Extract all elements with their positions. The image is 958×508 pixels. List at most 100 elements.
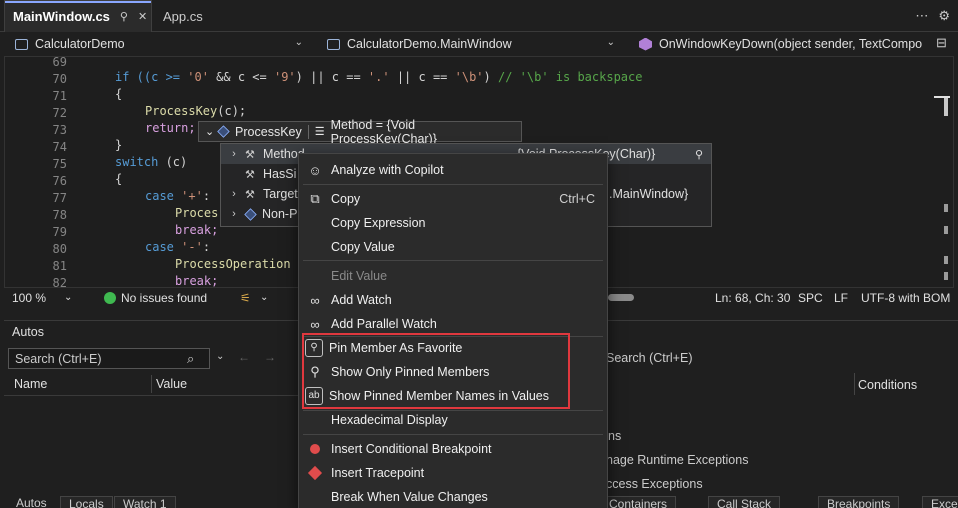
line-ending-indicator[interactable]: LF bbox=[834, 291, 848, 305]
datatip-value[interactable]: Method = {Void ProcessKey(Char)} bbox=[331, 118, 521, 146]
list-item[interactable]: ns bbox=[608, 429, 621, 443]
broom-icon[interactable]: ⚟ bbox=[240, 291, 251, 305]
arrow-right-icon[interactable]: → bbox=[264, 350, 276, 364]
tab-breakpoints[interactable]: Breakpoints bbox=[818, 496, 900, 508]
tab-bar-actions: ⋯ ⚙ bbox=[915, 8, 950, 24]
menu-separator bbox=[303, 184, 603, 185]
menu-item-break-when-changes[interactable]: Break When Value Changes bbox=[299, 485, 607, 508]
code-line-75: switch (c) bbox=[115, 155, 187, 169]
project-dropdown[interactable]: CalculatorDemo ⌄ bbox=[4, 33, 310, 55]
tab-locals[interactable]: Locals bbox=[60, 496, 113, 508]
tab-mainwindow-cs[interactable]: MainWindow.cs ⚲ ✕ bbox=[4, 0, 152, 32]
gear-icon[interactable]: ⚙ bbox=[938, 8, 950, 24]
method-icon bbox=[639, 37, 652, 51]
check-circle-icon bbox=[104, 292, 116, 304]
code-line-71: { bbox=[115, 87, 123, 101]
tab-autos[interactable]: Autos bbox=[8, 496, 55, 508]
class-dropdown[interactable]: CalculatorDemo.MainWindow ⌄ bbox=[316, 33, 622, 55]
spacing-indicator[interactable]: SPC bbox=[798, 291, 823, 305]
tab-watch-1[interactable]: Watch 1 bbox=[114, 496, 176, 508]
menu-item-copy-value[interactable]: Copy Value bbox=[299, 235, 607, 259]
menu-item-insert-breakpoint[interactable]: Insert Conditional Breakpoint bbox=[299, 437, 607, 461]
autos-search-input[interactable]: Search (Ctrl+E) ⌕ bbox=[8, 348, 210, 369]
menu-item-insert-tracepoint[interactable]: Insert Tracepoint bbox=[299, 461, 607, 485]
datatip-row-label: Target bbox=[263, 187, 298, 201]
object-icon bbox=[244, 207, 257, 221]
panel-title: Autos bbox=[12, 325, 44, 339]
pin-icon[interactable]: ⚲ bbox=[120, 10, 128, 23]
scroll-thumb[interactable] bbox=[944, 96, 948, 116]
more-options-icon[interactable]: ⋯ bbox=[915, 8, 928, 24]
line-number: 69 bbox=[52, 56, 67, 69]
line-number: 70 bbox=[52, 72, 67, 86]
column-divider bbox=[854, 373, 855, 395]
issues-status[interactable]: No issues found bbox=[121, 291, 207, 305]
chevron-down-icon[interactable]: ⌄ bbox=[64, 292, 72, 303]
column-divider bbox=[151, 375, 152, 393]
menu-item-copy[interactable]: ⧉ Copy Ctrl+C bbox=[299, 187, 607, 211]
code-comment: // '\b' is backspace bbox=[497, 70, 643, 84]
member-dropdown-label: OnWindowKeyDown(object sender, TextCompo bbox=[659, 37, 923, 51]
zoom-level[interactable]: 100 % bbox=[12, 291, 46, 305]
search-placeholder: Search (Ctrl+E) bbox=[15, 352, 102, 366]
code-token: '+' bbox=[173, 189, 203, 203]
code-token: (c) bbox=[158, 155, 188, 169]
chevron-right-icon[interactable]: › bbox=[227, 208, 241, 220]
code-token: ) bbox=[483, 70, 498, 84]
pin-icon[interactable]: ⚲ bbox=[695, 148, 703, 161]
datatip-divider bbox=[307, 124, 309, 139]
datatip-row-label: Non-P bbox=[262, 207, 298, 221]
close-icon[interactable]: ✕ bbox=[138, 10, 147, 23]
split-editor-icon[interactable]: ⊟ bbox=[936, 35, 947, 51]
chevron-right-icon[interactable]: › bbox=[227, 188, 241, 200]
tab-label: App.cs bbox=[163, 8, 203, 24]
list-item[interactable]: nage Runtime Exceptions bbox=[606, 453, 748, 467]
arrow-left-icon[interactable]: ← bbox=[238, 350, 250, 364]
editor-vertical-scrollbar[interactable] bbox=[934, 56, 952, 288]
chevron-right-icon[interactable]: › bbox=[227, 148, 241, 160]
menu-item-hex-display[interactable]: Hexadecimal Display bbox=[299, 408, 607, 432]
copilot-icon: ☺ bbox=[308, 162, 322, 178]
tab-app-cs[interactable]: App.cs bbox=[155, 0, 211, 32]
wrench-icon: ⚒ bbox=[245, 188, 255, 201]
line-number: 74 bbox=[52, 140, 67, 154]
panel-search-input[interactable]: Search (Ctrl+E) bbox=[606, 351, 692, 365]
menu-item-label: Copy Expression bbox=[331, 216, 426, 230]
code-token: '0' bbox=[187, 70, 209, 84]
horizontal-scroll-thumb[interactable] bbox=[608, 294, 634, 301]
wrench-icon: ⚒ bbox=[245, 148, 255, 161]
menu-item-analyze-copilot[interactable]: ☺ Analyze with Copilot bbox=[299, 158, 607, 182]
datatip-name: ProcessKey bbox=[235, 124, 302, 139]
menu-item-add-watch[interactable]: ∞ Add Watch bbox=[299, 288, 607, 312]
chevron-down-icon[interactable]: ⌄ bbox=[205, 125, 214, 138]
line-number: 79 bbox=[52, 225, 67, 239]
code-line-82: break; bbox=[175, 274, 219, 288]
tab-label: MainWindow.cs bbox=[13, 9, 110, 24]
line-number: 78 bbox=[52, 208, 67, 222]
menu-item-label: Edit Value bbox=[331, 269, 388, 283]
class-dropdown-label: CalculatorDemo.MainWindow bbox=[347, 37, 512, 51]
column-header-value[interactable]: Value bbox=[156, 377, 187, 391]
tab-call-stack[interactable]: Call Stack bbox=[708, 496, 781, 508]
tab-exceptions[interactable]: Excep bbox=[922, 496, 958, 508]
list-item[interactable]: ccess Exceptions bbox=[606, 477, 703, 491]
member-dropdown[interactable]: OnWindowKeyDown(object sender, TextCompo bbox=[628, 33, 934, 55]
menu-item-copy-expression[interactable]: Copy Expression bbox=[299, 211, 607, 235]
chevron-down-icon[interactable]: ⌄ bbox=[260, 292, 268, 303]
encoding-indicator[interactable]: UTF-8 with BOM bbox=[861, 291, 950, 305]
code-token: || c == bbox=[389, 70, 455, 84]
column-header-name[interactable]: Name bbox=[14, 377, 47, 391]
column-header-conditions[interactable]: Conditions bbox=[858, 378, 917, 392]
code-token: '-' bbox=[173, 240, 203, 254]
chevron-down-icon[interactable]: ⌄ bbox=[216, 351, 224, 362]
cursor-position[interactable]: Ln: 68, Ch: 30 bbox=[715, 291, 790, 305]
menu-separator bbox=[303, 434, 603, 435]
tab-containers[interactable]: Containers bbox=[600, 496, 677, 508]
code-line-81: ProcessOperation bbox=[175, 257, 291, 271]
code-token: '\b' bbox=[454, 70, 484, 84]
line-number: 71 bbox=[52, 89, 67, 103]
breakpoints-panel: Search (Ctrl+E) Conditions ns nage Runti… bbox=[590, 320, 958, 508]
code-line-77: case '+': bbox=[145, 189, 210, 203]
object-icon bbox=[217, 125, 230, 138]
menu-item-label: Break When Value Changes bbox=[331, 490, 488, 504]
